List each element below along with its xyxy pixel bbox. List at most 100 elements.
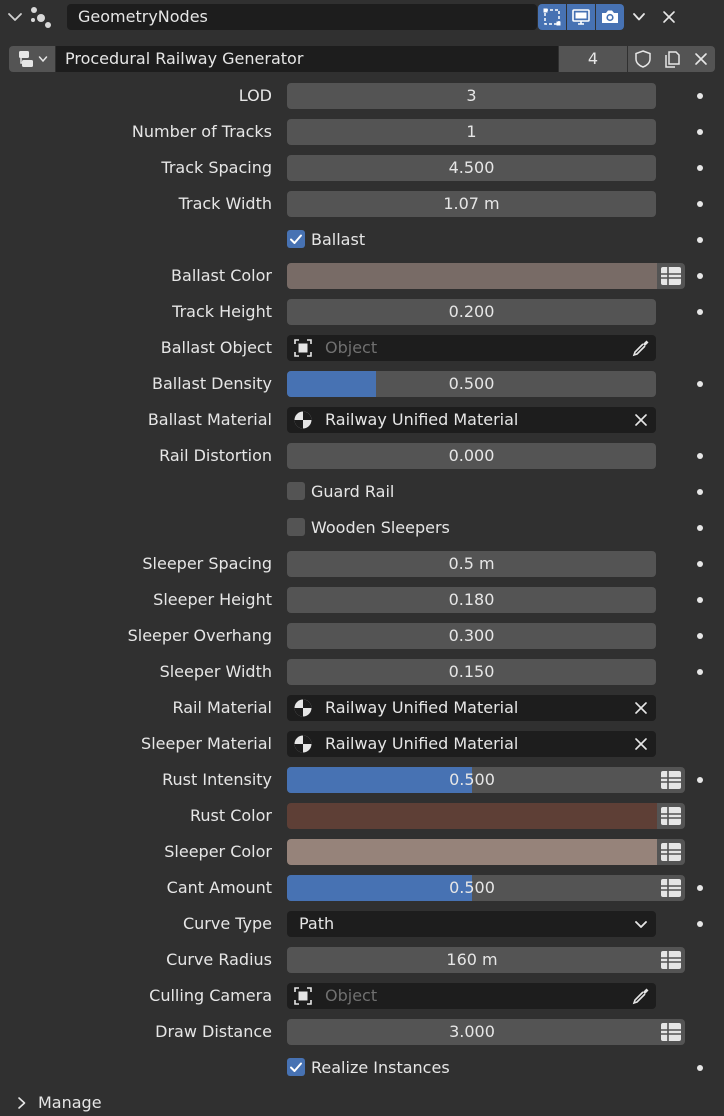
keyframe-dot[interactable] xyxy=(697,237,703,243)
keyframe-dot[interactable] xyxy=(697,669,703,675)
ballast-object-field[interactable]: Object xyxy=(287,335,656,361)
input-label: Sleeper Spacing xyxy=(142,554,272,573)
attribute-toggle-button[interactable] xyxy=(657,767,685,793)
attribute-toggle-button[interactable] xyxy=(657,875,685,901)
input-row-lod: LOD 3 xyxy=(0,82,724,110)
rust-color-swatch[interactable] xyxy=(287,803,657,829)
spreadsheet-icon xyxy=(661,807,681,825)
spreadsheet-icon xyxy=(661,1023,681,1041)
rail-material-field[interactable]: Railway Unified Material xyxy=(287,695,656,721)
keyframe-dot[interactable] xyxy=(697,201,703,207)
track-width-field[interactable]: 1.07 m xyxy=(287,191,656,217)
eyedropper-icon[interactable] xyxy=(631,338,651,358)
input-row-ballast-object: Ballast Object Object xyxy=(0,334,724,362)
close-icon[interactable] xyxy=(631,734,651,754)
keyframe-dot[interactable] xyxy=(697,885,703,891)
input-row-realize-instances: Realize Instances xyxy=(0,1054,724,1082)
modifier-menu-button[interactable] xyxy=(626,4,652,30)
attribute-toggle-button[interactable] xyxy=(657,263,685,289)
input-label: LOD xyxy=(238,86,272,105)
node-group-name-field[interactable]: Procedural Railway Generator xyxy=(56,46,558,72)
attribute-toggle-button[interactable] xyxy=(657,1019,685,1045)
keyframe-dot[interactable] xyxy=(697,921,703,927)
checkbox-label: Realize Instances xyxy=(311,1058,450,1077)
modifier-name-field[interactable]: GeometryNodes xyxy=(67,4,537,30)
edit-mode-toggle[interactable] xyxy=(538,4,566,30)
curve-radius-field[interactable]: 160 m xyxy=(287,947,657,973)
input-row-wooden-sleepers: Wooden Sleepers xyxy=(0,514,724,542)
viewport-toggle[interactable] xyxy=(567,4,595,30)
track-height-field[interactable]: 0.200 xyxy=(287,299,656,325)
checkbox[interactable] xyxy=(287,482,305,500)
keyframe-dot[interactable] xyxy=(697,489,703,495)
remove-modifier-button[interactable] xyxy=(656,4,682,30)
track-spacing-field[interactable]: 4.500 xyxy=(287,155,656,181)
node-group-user-count[interactable]: 4 xyxy=(559,46,627,72)
close-icon[interactable] xyxy=(631,698,651,718)
attribute-toggle-button[interactable] xyxy=(657,803,685,829)
keyframe-dot[interactable] xyxy=(697,129,703,135)
render-toggle[interactable] xyxy=(596,4,624,30)
input-label: Rust Color xyxy=(189,806,272,825)
modifier-header: GeometryNodes xyxy=(0,0,724,34)
browse-node-group-button[interactable] xyxy=(9,46,55,72)
input-label: Sleeper Material xyxy=(141,734,272,753)
ballast-density-slider[interactable]: 0.500 xyxy=(287,371,656,397)
manage-label: Manage xyxy=(38,1093,102,1112)
culling-camera-field[interactable]: Object xyxy=(287,983,656,1009)
sleeper-width-field[interactable]: 0.150 xyxy=(287,659,656,685)
keyframe-dot[interactable] xyxy=(697,309,703,315)
number-of-tracks-field[interactable]: 1 xyxy=(287,119,656,145)
keyframe-dot[interactable] xyxy=(697,597,703,603)
input-row-rail-material: Rail Material Railway Unified Material xyxy=(0,694,724,722)
chevron-down-icon[interactable] xyxy=(6,8,24,26)
sleeper-color-swatch[interactable] xyxy=(287,839,657,865)
spreadsheet-icon xyxy=(661,771,681,789)
keyframe-dot[interactable] xyxy=(697,525,703,531)
keyframe-dot[interactable] xyxy=(697,381,703,387)
checkbox[interactable] xyxy=(287,230,305,248)
fake-user-button[interactable] xyxy=(628,46,657,72)
input-label: Cant Amount xyxy=(166,878,272,897)
node-group-selector: Procedural Railway Generator 4 xyxy=(0,44,724,74)
rust-intensity-slider[interactable]: 0.500 xyxy=(287,767,657,793)
keyframe-dot[interactable] xyxy=(697,273,703,279)
input-row-rail-distortion: Rail Distortion 0.000 xyxy=(0,442,724,470)
draw-distance-field[interactable]: 3.000 xyxy=(287,1019,657,1045)
sleeper-material-field[interactable]: Railway Unified Material xyxy=(287,731,656,757)
checkbox[interactable] xyxy=(287,518,305,536)
duplicate-node-group-button[interactable] xyxy=(657,46,686,72)
sleeper-height-field[interactable]: 0.180 xyxy=(287,587,656,613)
close-icon[interactable] xyxy=(631,410,651,430)
material-icon xyxy=(294,411,312,429)
attribute-toggle-button[interactable] xyxy=(657,947,685,973)
keyframe-dot[interactable] xyxy=(697,93,703,99)
eyedropper-icon[interactable] xyxy=(631,986,651,1006)
chevron-down-icon xyxy=(38,56,48,63)
keyframe-dot[interactable] xyxy=(697,453,703,459)
keyframe-dot[interactable] xyxy=(697,561,703,567)
ballast-color-swatch[interactable] xyxy=(287,263,657,289)
keyframe-dot[interactable] xyxy=(697,1065,703,1071)
keyframe-dot[interactable] xyxy=(697,633,703,639)
ballast-material-field[interactable]: Railway Unified Material xyxy=(287,407,656,433)
spreadsheet-icon xyxy=(661,879,681,897)
sleeper-spacing-field[interactable]: 0.5 m xyxy=(287,551,656,577)
input-row-rust-intensity: Rust Intensity 0.500 xyxy=(0,766,724,794)
material-icon xyxy=(294,735,312,753)
unlink-node-group-button[interactable] xyxy=(686,46,715,72)
checkmark-icon xyxy=(290,234,302,244)
input-row-cant-amount: Cant Amount 0.500 xyxy=(0,874,724,902)
checkbox[interactable] xyxy=(287,1058,305,1076)
rail-distortion-field[interactable]: 0.000 xyxy=(287,443,656,469)
selected-option: Path xyxy=(299,914,335,933)
curve-type-dropdown[interactable]: Path xyxy=(287,911,656,937)
sleeper-overhang-field[interactable]: 0.300 xyxy=(287,623,656,649)
keyframe-dot[interactable] xyxy=(697,777,703,783)
attribute-toggle-button[interactable] xyxy=(657,839,685,865)
cant-amount-slider[interactable]: 0.500 xyxy=(287,875,657,901)
checkmark-icon xyxy=(290,1062,302,1072)
manage-subpanel-header[interactable]: Manage xyxy=(0,1090,724,1116)
keyframe-dot[interactable] xyxy=(697,165,703,171)
lod-field[interactable]: 3 xyxy=(287,83,656,109)
